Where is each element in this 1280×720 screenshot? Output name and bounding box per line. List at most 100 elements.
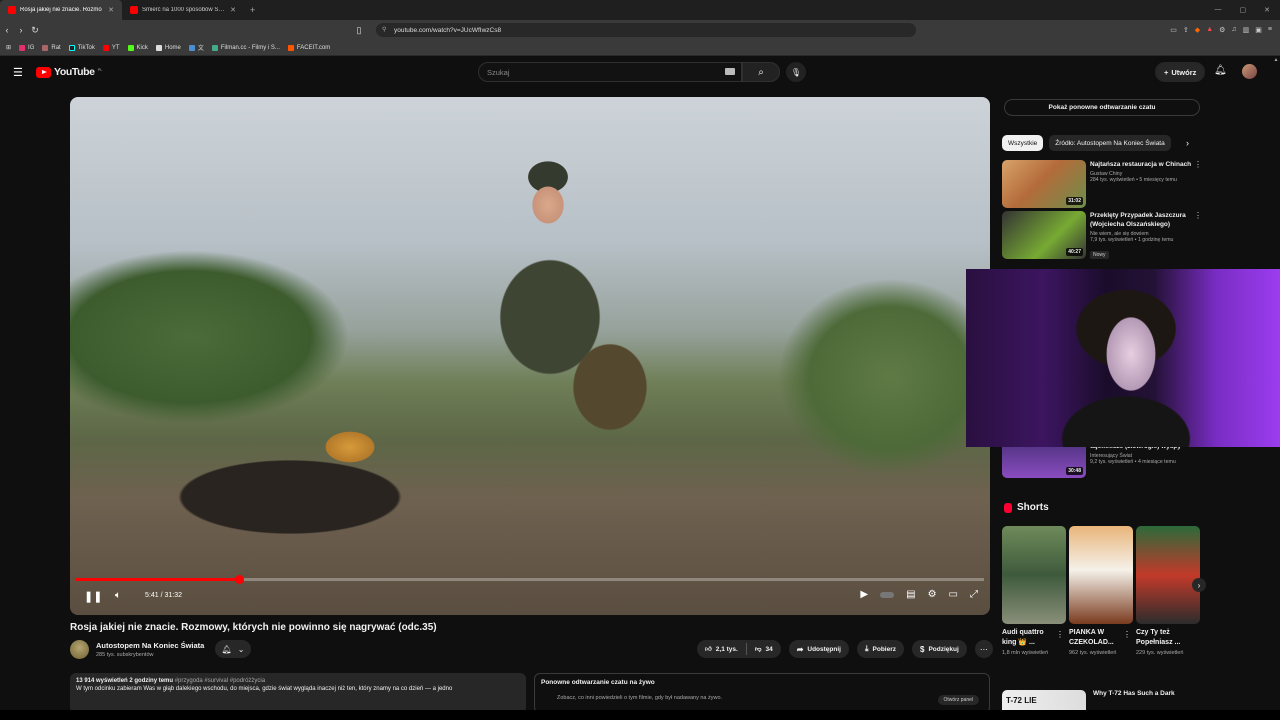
bookmark-item[interactable]: IG xyxy=(19,44,34,51)
short-item[interactable]: Audi quattro king 👑 ... 1,8 mln wyświetl… xyxy=(1002,526,1068,657)
autoplay-toggle[interactable] xyxy=(880,591,895,598)
url-text: youtube.com/watch?v=JUcWfIwzCs8 xyxy=(394,26,502,34)
fullscreen-icon[interactable]: ⤢ xyxy=(970,589,978,600)
keyboard-icon[interactable] xyxy=(725,68,735,75)
miniplayer-icon[interactable]: ▭ xyxy=(949,589,958,600)
youtube-logo[interactable]: YouTube PL xyxy=(36,66,102,78)
youtube-play-icon xyxy=(36,66,51,78)
voice-search-button[interactable]: 🎙︎ xyxy=(786,62,806,82)
scroll-up-icon[interactable]: ▲ xyxy=(1272,57,1280,63)
search-button[interactable]: ⌕ xyxy=(742,62,780,82)
close-tab-icon[interactable]: ✕ xyxy=(230,6,236,14)
sidebar-icon[interactable]: ▥ xyxy=(1243,26,1250,34)
bookmark-item[interactable]: FACEIT.com xyxy=(287,44,330,51)
bookmark-item[interactable]: Filman.cc - Filmy i S... xyxy=(211,44,280,51)
recommendation-item[interactable]: 40:27 Przeklęty Przypadek Jaszczura (Woj… xyxy=(1002,211,1202,259)
short-thumbnail[interactable] xyxy=(1002,526,1066,624)
extension-icon[interactable]: ⚙ xyxy=(1219,26,1225,34)
description-box[interactable]: 13 914 wyświetleń 2 godziny temu #przygo… xyxy=(70,673,526,713)
more-options-icon[interactable]: ⋮ xyxy=(1194,160,1202,208)
recommendation-item[interactable]: 31:02 Najtańsza restauracja w Chinach Gu… xyxy=(1002,160,1202,208)
short-title[interactable]: Czy Ty też Popełniasz ... xyxy=(1136,628,1190,648)
short-thumbnail[interactable] xyxy=(1136,526,1200,624)
close-window-icon[interactable]: ✕ xyxy=(1264,6,1270,14)
subtitles-icon[interactable]: ▤ xyxy=(906,589,915,600)
autoplay-play-icon[interactable]: ▶ xyxy=(860,589,868,600)
site-info-icon[interactable]: ⚲ xyxy=(382,26,386,33)
settings-gear-icon[interactable]: ⚙ xyxy=(928,589,937,600)
download-button[interactable]: ⤓ Pobierz xyxy=(856,640,905,658)
bookmark-item[interactable]: TikTok xyxy=(68,44,95,51)
create-button[interactable]: + Utwórz xyxy=(1155,62,1206,82)
short-title[interactable]: PIANKA W CZEKOLAD... xyxy=(1069,628,1123,648)
like-button[interactable]: 👍︎ 2,1 tys. xyxy=(697,645,746,654)
channel-avatar[interactable] xyxy=(70,640,89,659)
video-thumbnail[interactable]: T-72 LIE xyxy=(1002,690,1086,710)
page-scrollbar[interactable]: ▲ xyxy=(1272,57,1280,720)
chip-source[interactable]: Źródło: Autostopem Na Koniec Świata xyxy=(1049,135,1171,151)
thanks-icon: $ xyxy=(920,644,925,654)
short-item[interactable]: PIANKA W CZEKOLAD... 962 tys. wyświetleń… xyxy=(1069,526,1135,657)
browser-tab[interactable]: Śmierć na 1000 sposobów Sezon 4 O ✕ xyxy=(122,0,244,20)
bookmark-item[interactable]: Kick xyxy=(127,44,148,51)
video-thumbnail[interactable]: 31:02 xyxy=(1002,160,1086,208)
progress-bar[interactable] xyxy=(76,575,984,584)
search-input[interactable]: Szukaj xyxy=(478,62,742,82)
media-icon[interactable]: ♫ xyxy=(1231,26,1236,34)
subscription-notifications-button[interactable]: 🔔︎ ⌄ xyxy=(215,640,251,658)
chevron-right-icon[interactable]: › xyxy=(1186,138,1189,148)
new-tab-icon[interactable]: + xyxy=(244,5,261,15)
reload-icon[interactable]: ↻ xyxy=(28,25,42,36)
more-options-icon[interactable]: ⋮ xyxy=(1056,630,1064,639)
menu-icon[interactable]: ≡ xyxy=(1268,26,1272,34)
cast-icon[interactable]: ▭ xyxy=(1170,26,1177,34)
share-icon[interactable]: ⇪ xyxy=(1183,26,1189,34)
thanks-button[interactable]: $ Podziękuj xyxy=(912,640,967,658)
minimize-icon[interactable]: — xyxy=(1215,6,1222,14)
recommendation-info: Najtańsza restauracja w Chinach Gustaw C… xyxy=(1086,160,1194,208)
more-options-icon[interactable]: ⋮ xyxy=(1194,211,1202,259)
short-item[interactable]: Czy Ty też Popełniasz ... 229 tys. wyświ… xyxy=(1136,526,1202,657)
avatar[interactable] xyxy=(1242,64,1257,79)
shorts-icon xyxy=(1004,502,1012,513)
back-icon[interactable]: ‹ xyxy=(0,25,14,35)
bookmark-item[interactable]: Rat xyxy=(42,44,61,51)
more-actions-icon[interactable]: ⋯ xyxy=(974,640,993,658)
bookmark-icon[interactable]: ▯ xyxy=(352,25,366,36)
maximize-icon[interactable]: ▢ xyxy=(1240,6,1247,14)
rewards-icon[interactable]: ▲ xyxy=(1206,26,1213,34)
show-chat-replay-button[interactable]: Pokaż ponowne odtwarzanie czatu xyxy=(1004,99,1200,116)
chip-all[interactable]: Wszystkie xyxy=(1002,135,1044,151)
pause-icon[interactable]: ❚❚ xyxy=(84,590,102,603)
recommendation-title[interactable]: Why T-72 Has Such a Dark xyxy=(1090,690,1175,710)
bookmark-item[interactable]: 文 xyxy=(188,43,204,52)
hamburger-menu-icon[interactable]: ☰ xyxy=(13,66,23,79)
progress-scrubber[interactable] xyxy=(235,575,245,584)
shorts-next-icon[interactable]: › xyxy=(1192,578,1206,592)
apps-icon[interactable]: ⊞ xyxy=(6,44,11,51)
more-options-icon[interactable]: ⋮ xyxy=(1123,630,1131,639)
open-panel-button[interactable]: Otwórz panel xyxy=(937,695,979,705)
volume-icon[interactable]: 🔈︎ xyxy=(115,590,121,601)
brave-shield-icon[interactable]: ◆ xyxy=(1195,26,1200,34)
recommendation-item[interactable]: T-72 LIE Why T-72 Has Such a Dark xyxy=(1002,690,1175,710)
filman-icon xyxy=(211,44,218,51)
live-chat-replay-title: Ponowne odtwarzanie czatu na żywo xyxy=(541,679,655,686)
channel-name[interactable]: Autostopem Na Koniec Świata xyxy=(96,641,204,650)
forward-icon[interactable]: › xyxy=(14,25,28,35)
dislike-button[interactable]: 👎︎ 34 xyxy=(747,645,781,654)
close-tab-icon[interactable]: ✕ xyxy=(108,6,114,14)
recommendation-title[interactable]: Najtańsza restauracja w Chinach xyxy=(1090,160,1194,169)
video-player[interactable] xyxy=(70,97,990,615)
recommendation-title[interactable]: Przeklęty Przypadek Jaszczura (Wojciecha… xyxy=(1090,211,1194,229)
browser-tab-active[interactable]: Rosja jakiej nie znacie. Rozmo ✕ xyxy=(0,0,122,20)
notifications-bell-icon[interactable]: 🔔︎ xyxy=(1214,65,1227,76)
wallet-icon[interactable]: ▣ xyxy=(1255,26,1262,34)
share-button[interactable]: ➦ Udostępnij xyxy=(788,640,849,658)
bookmark-item[interactable]: YT xyxy=(102,44,120,51)
video-thumbnail[interactable]: 40:27 xyxy=(1002,211,1086,259)
bookmark-item[interactable]: Home xyxy=(155,44,181,51)
short-title[interactable]: Audi quattro king 👑 ... xyxy=(1002,628,1056,648)
short-thumbnail[interactable] xyxy=(1069,526,1133,624)
url-field[interactable]: ⚲ youtube.com/watch?v=JUcWfIwzCs8 xyxy=(376,23,916,37)
